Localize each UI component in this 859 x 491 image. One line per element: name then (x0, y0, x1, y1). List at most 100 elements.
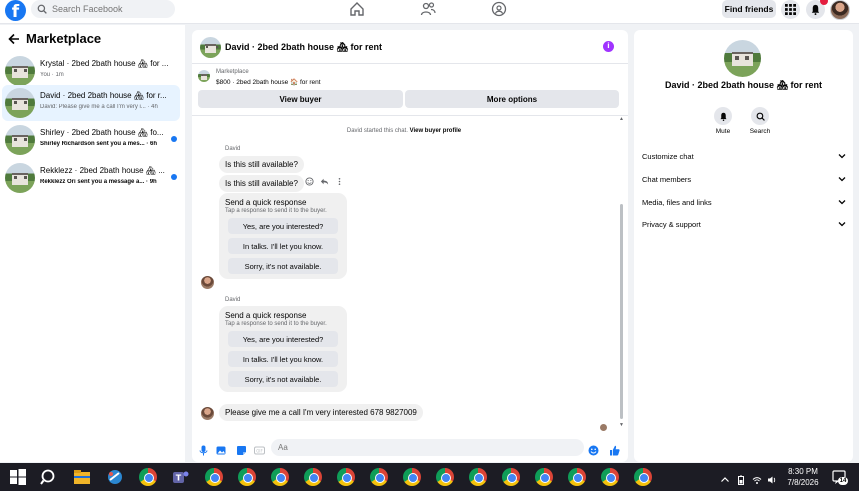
chrome-profile-icon[interactable] (436, 468, 454, 486)
conversation-item[interactable]: Krystal · 2bed 2bath house 🏘 for ... You… (2, 53, 180, 89)
conversation-item-active[interactable]: David · 2bed 2bath house 🏘 for r... Davi… (2, 85, 180, 121)
home-icon[interactable] (349, 1, 365, 17)
chrome-profile-icon[interactable] (535, 468, 553, 486)
unread-dot (171, 174, 177, 180)
chrome-profile-icon[interactable] (205, 468, 223, 486)
quick-reply-interested[interactable]: Yes, are you interested? (228, 331, 338, 347)
message-bubble[interactable]: Is this still available? (219, 156, 304, 173)
facebook-logo[interactable]: f (5, 0, 26, 21)
privacy-support-section[interactable]: Privacy & support (642, 214, 846, 234)
chat-members-section[interactable]: Chat members (642, 169, 846, 189)
file-explorer-icon[interactable] (73, 468, 91, 486)
reply-icon[interactable] (320, 177, 329, 186)
tray-chevron-up-icon[interactable] (720, 472, 730, 482)
profile-avatar[interactable] (830, 0, 850, 20)
system-clock[interactable]: 8:30 PM 7/8/2026 (785, 466, 821, 488)
apps-grid-button[interactable] (781, 0, 800, 19)
info-icon[interactable]: i (603, 41, 614, 52)
chrome-profile-icon[interactable] (271, 468, 289, 486)
sidebar-header: Marketplace (8, 31, 101, 46)
quick-reply-in-talks[interactable]: In talks. I'll let you know. (228, 238, 338, 254)
chrome-active-window-icon[interactable] (630, 463, 656, 491)
sticker-icon[interactable] (236, 443, 247, 455)
chrome-profile-icon[interactable] (370, 468, 388, 486)
back-arrow-icon[interactable] (8, 33, 20, 45)
message-composer: GIF (192, 434, 628, 462)
conversation-item[interactable]: Rekklezz · 2bed 2bath house 🏘 ... Rekkle… (2, 160, 180, 196)
quick-reply-not-available[interactable]: Sorry, it's not available. (228, 258, 338, 274)
section-label: Chat members (642, 174, 692, 184)
teams-icon[interactable]: T (172, 468, 190, 486)
microphone-icon[interactable] (198, 443, 209, 456)
listing-description: $800 · 2bed 2bath house 🏠 for rent (216, 79, 321, 86)
listing-thumbnail (5, 88, 35, 118)
message-input[interactable] (271, 439, 584, 456)
windows-taskbar: T 8:30 PM 7/8/2026 14 (0, 463, 859, 491)
chrome-icon[interactable] (139, 468, 157, 486)
chat-listing-thumbnail[interactable] (200, 37, 221, 58)
battery-icon[interactable] (736, 472, 746, 485)
friends-icon[interactable] (420, 1, 436, 17)
groups-icon[interactable] (491, 1, 507, 17)
divider (192, 115, 628, 116)
chat-title[interactable]: David · 2bed 2bath house 🏘 for rent (225, 42, 382, 53)
scroll-thumb[interactable] (620, 204, 623, 419)
media-files-links-section[interactable]: Media, files and links (642, 192, 846, 212)
photo-icon[interactable] (216, 443, 227, 455)
clock-date: 7/8/2026 (787, 478, 819, 487)
scroll-down-arrow-icon[interactable]: ▼ (619, 422, 624, 428)
section-label: Customize chat (642, 151, 694, 161)
listing-summary[interactable]: Marketplace $800 · 2bed 2bath house 🏠 fo… (198, 68, 622, 88)
svg-text:T: T (176, 474, 182, 483)
view-buyer-profile-link[interactable]: View buyer profile (410, 128, 462, 134)
message-bubble[interactable]: Is this still available? (219, 175, 304, 192)
search-conversation-button[interactable]: Search (745, 107, 775, 135)
message-bubble[interactable]: Please give me a call I'm very intereste… (219, 404, 423, 421)
conversation-preview: David: Please give me a call I'm very i.… (40, 104, 158, 110)
chrome-profile-icon[interactable] (238, 468, 256, 486)
emoji-icon[interactable] (588, 443, 599, 456)
windows-start-icon[interactable] (9, 468, 27, 486)
chrome-profile-icon[interactable] (469, 468, 487, 486)
svg-text:GIF: GIF (256, 448, 263, 453)
chrome-profile-icon[interactable] (403, 468, 421, 486)
thumbs-up-icon[interactable] (609, 443, 620, 456)
more-vertical-icon[interactable] (335, 177, 344, 186)
quick-reply-interested[interactable]: Yes, are you interested? (228, 218, 338, 234)
wifi-icon[interactable] (752, 472, 762, 484)
view-buyer-button[interactable]: View buyer (198, 90, 403, 108)
mute-button[interactable]: Mute (708, 107, 738, 135)
volume-icon[interactable] (767, 472, 777, 484)
page-title: Marketplace (26, 31, 102, 46)
taskbar-search-icon[interactable] (40, 468, 58, 486)
notifications-button[interactable] (806, 0, 828, 19)
chat-scrollbar[interactable]: ▲ ▼ (619, 116, 624, 430)
listing-thumbnail (5, 163, 35, 193)
quick-response-subtitle: Tap a response to send it to the buyer. (225, 321, 327, 327)
snipping-tool-icon[interactable] (106, 468, 124, 486)
quick-reply-in-talks[interactable]: In talks. I'll let you know. (228, 351, 338, 367)
scroll-up-arrow-icon[interactable]: ▲ (619, 116, 624, 122)
conversation-preview: You · 1m (40, 72, 64, 78)
chrome-profile-icon[interactable] (337, 468, 355, 486)
unread-dot (171, 136, 177, 142)
more-options-button[interactable]: More options (405, 90, 619, 108)
find-friends-button[interactable]: Find friends (722, 0, 776, 18)
apps-grid-icon (785, 4, 796, 15)
listing-thumbnail-large[interactable] (724, 40, 761, 77)
conversation-title: Krystal · 2bed 2bath house 🏘 for ... (40, 59, 169, 68)
search-box[interactable] (31, 0, 175, 18)
notification-count-badge: 14 (838, 477, 848, 485)
emoji-react-icon[interactable] (305, 177, 314, 186)
chrome-profile-icon[interactable] (601, 468, 619, 486)
chrome-profile-icon[interactable] (304, 468, 322, 486)
customize-chat-section[interactable]: Customize chat (642, 146, 846, 166)
conversation-item[interactable]: Shirley · 2bed 2bath house 🏘 fo... Shirl… (2, 122, 180, 158)
chevron-down-icon (838, 177, 846, 182)
quick-reply-not-available[interactable]: Sorry, it's not available. (228, 371, 338, 387)
chrome-profile-icon[interactable] (568, 468, 586, 486)
search-input[interactable] (52, 4, 162, 14)
chrome-profile-icon[interactable] (502, 468, 520, 486)
section-label: Privacy & support (642, 219, 701, 229)
gif-icon[interactable]: GIF (254, 443, 265, 455)
